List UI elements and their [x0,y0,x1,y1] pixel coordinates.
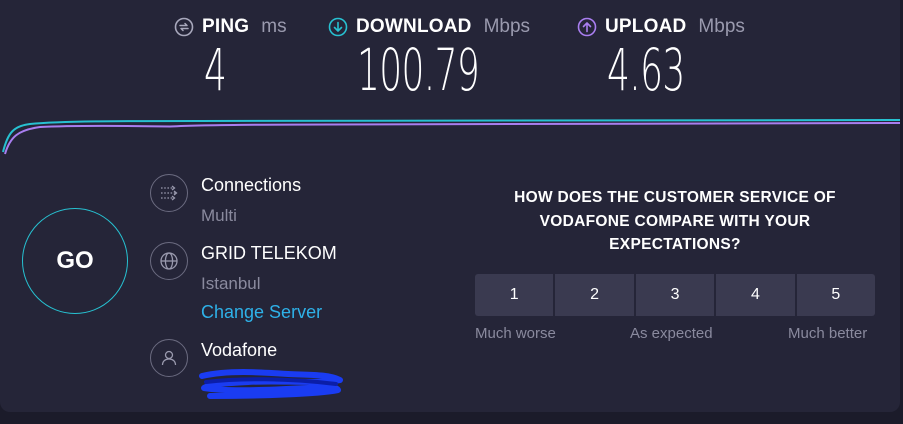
ping-value: 4 [204,36,227,104]
rating-option-2[interactable]: 2 [555,274,636,316]
download-unit: Mbps [483,16,531,37]
scale-label-high: Much better [788,325,868,342]
connections-title: Connections [201,175,302,195]
go-button[interactable]: GO [22,208,128,314]
rating-scale: 1 2 3 4 5 [475,274,875,316]
ping-unit: ms [261,16,287,37]
upload-graph-line [4,122,900,155]
upload-value: 4.63 [607,36,685,104]
rating-option-1[interactable]: 1 [475,274,556,316]
server-location: Istanbul [201,274,261,293]
ping-label: PING [202,16,250,37]
download-arrow-icon [328,17,348,37]
speed-graph [2,119,900,155]
server-name: GRID TELEKOM [201,243,337,263]
rating-option-3[interactable]: 3 [635,274,717,316]
provider-name: Vodafone [201,340,278,360]
scale-label-mid: As expected [630,325,713,342]
globe-icon [150,242,188,280]
scale-label-low: Much worse [475,325,556,342]
user-icon [150,339,188,377]
connections-icon [150,174,188,212]
rating-option-4[interactable]: 4 [716,274,797,316]
upload-unit: Mbps [698,16,745,37]
rating-option-5[interactable]: 5 [796,274,875,316]
download-label: DOWNLOAD [356,16,472,37]
download-value: 100.79 [357,36,480,104]
survey-question: HOW DOES THE CUSTOMER SERVICE OF VODAFON… [514,189,836,253]
upload-arrow-icon [577,17,597,37]
redaction-scribble [199,369,343,399]
ping-metric: PING ms [174,14,287,104]
connections-value: Multi [201,206,237,225]
change-server-link[interactable]: Change Server [201,302,322,323]
ping-icon [174,17,194,37]
upload-label: UPLOAD [605,16,687,37]
